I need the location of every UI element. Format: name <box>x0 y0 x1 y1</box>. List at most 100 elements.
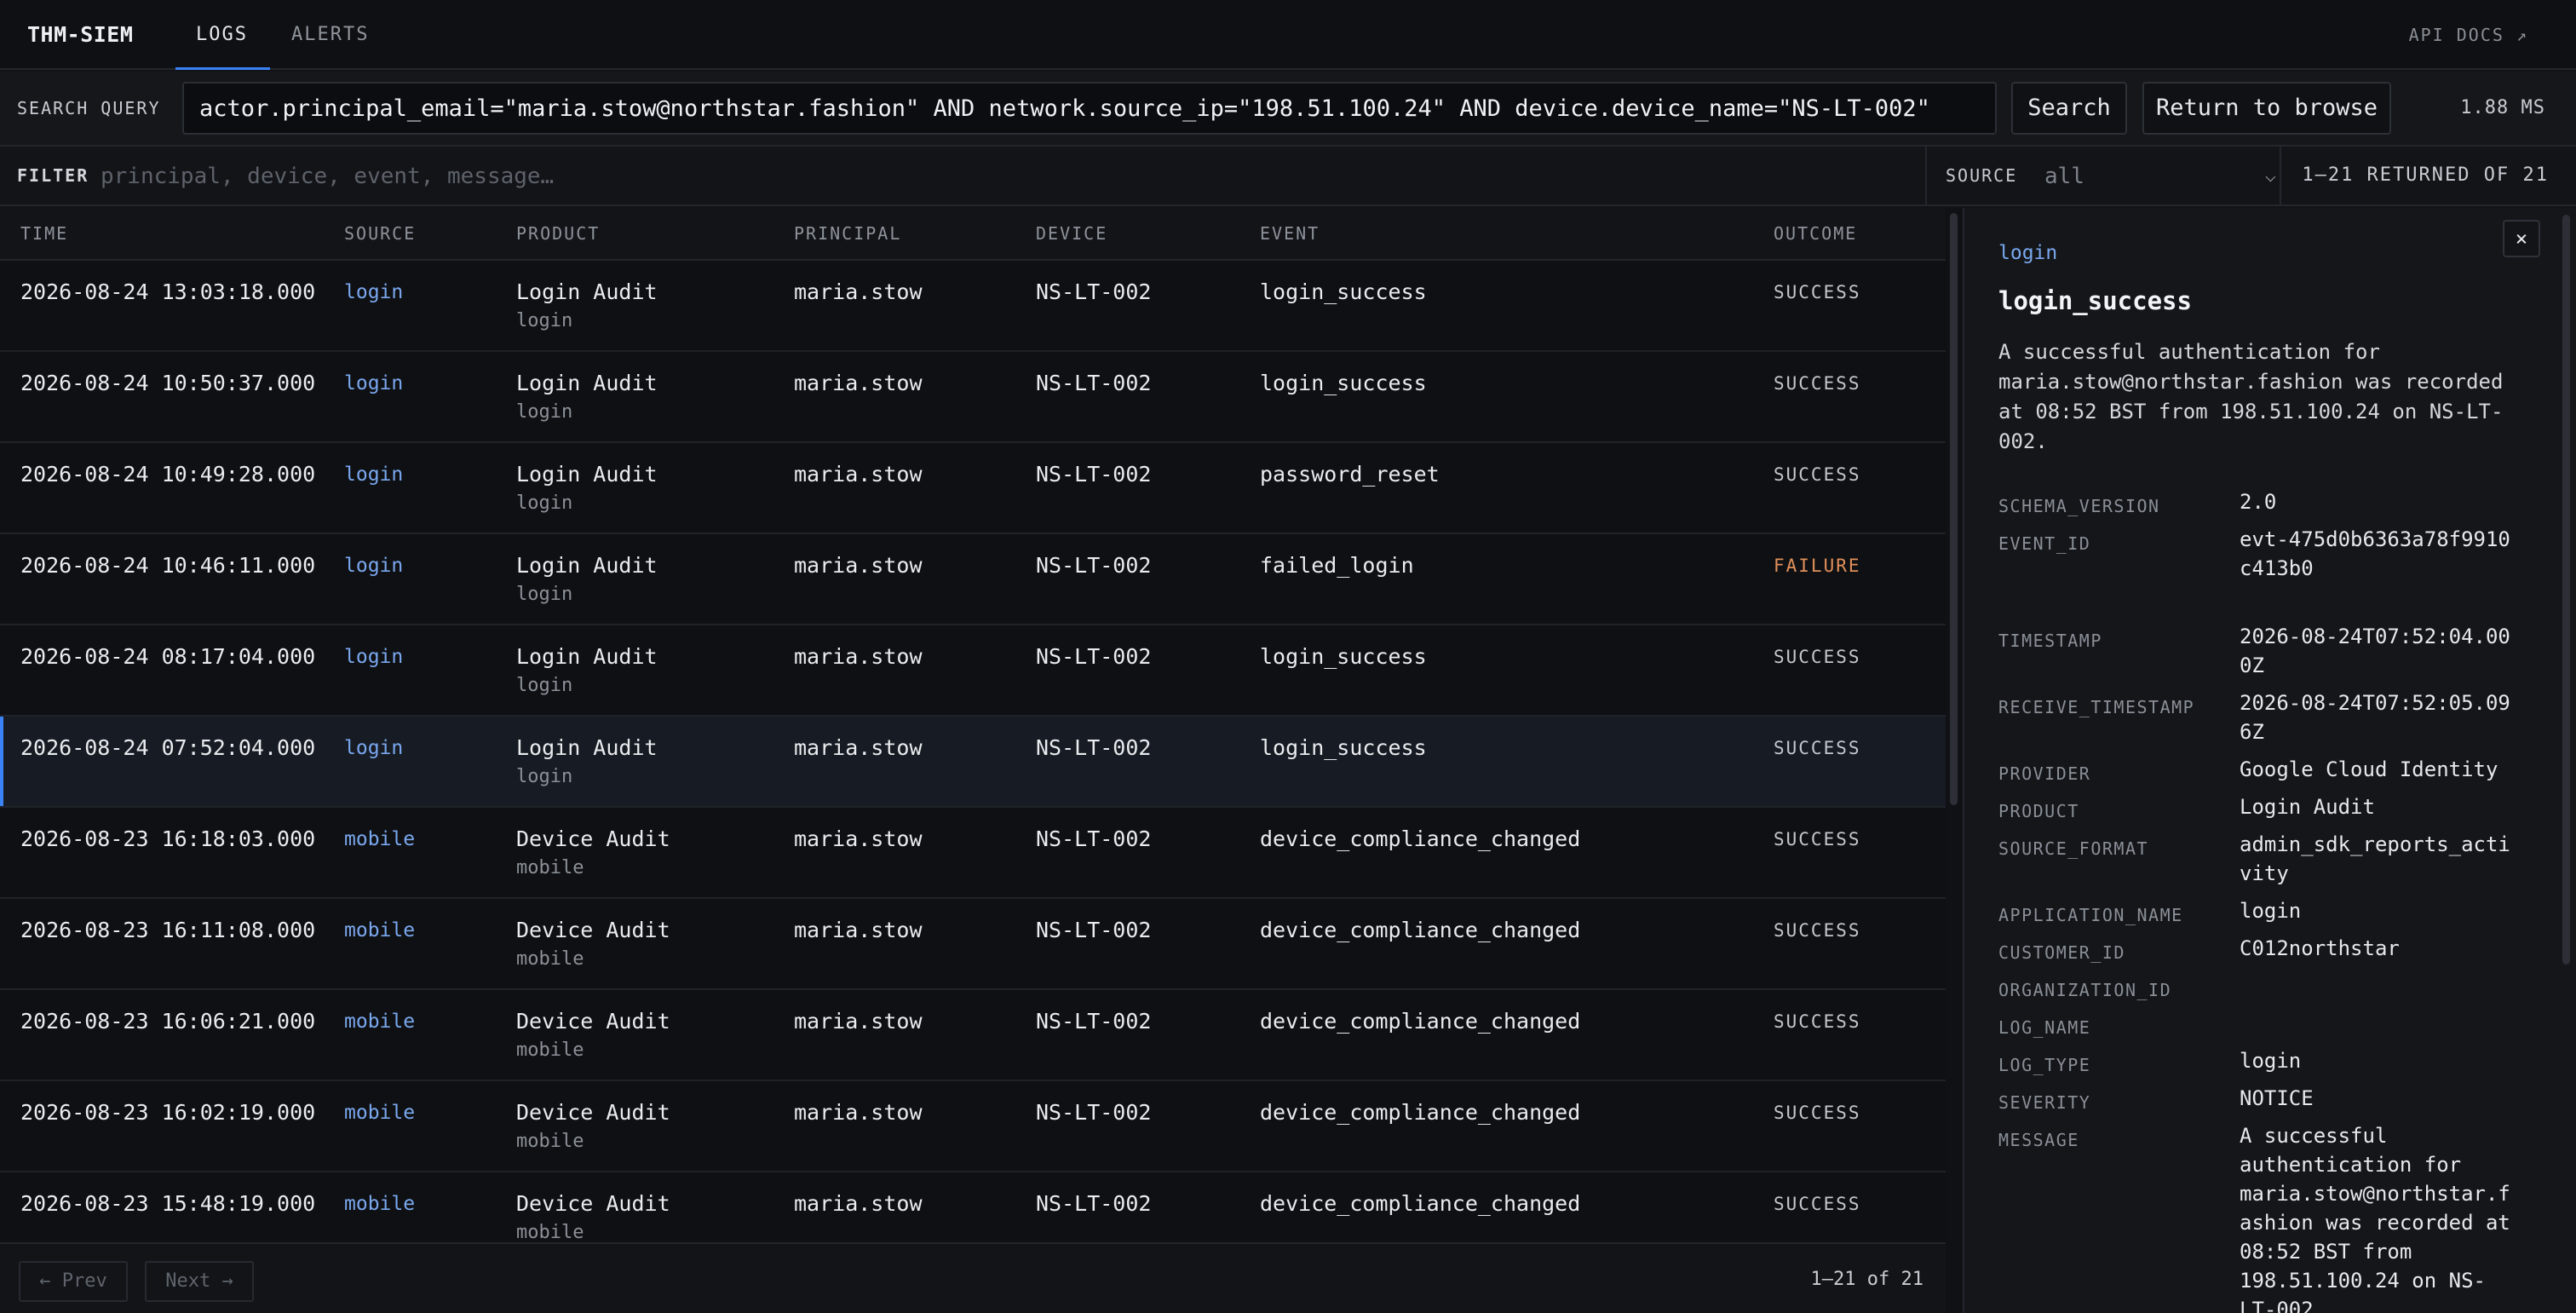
detail-field-key: LOG_NAME <box>1998 1017 2091 1038</box>
row-source-link[interactable]: login <box>344 281 403 303</box>
detail-field-key: TIMESTAMP <box>1998 631 2102 651</box>
table-row[interactable]: 2026-08-23 16:11:08.000 mobile Device Audi… <box>0 899 1946 990</box>
row-principal: maria.stow <box>794 1191 923 1216</box>
row-time: 2026-08-23 15:48:19.000 <box>20 1191 316 1216</box>
column-source[interactable]: SOURCE <box>344 208 416 259</box>
row-event: device_compliance_changed <box>1260 1191 1581 1216</box>
row-time: 2026-08-24 10:46:11.000 <box>20 553 316 578</box>
source-select[interactable]: all ⌵ <box>2044 155 2276 198</box>
row-source-link[interactable]: mobile <box>344 1193 415 1215</box>
row-source-link[interactable]: login <box>344 646 403 668</box>
table-row[interactable]: 2026-08-24 10:49:28.000 login Login Audit l… <box>0 443 1946 534</box>
row-source-link[interactable]: login <box>344 372 403 394</box>
source-select-value: all <box>2044 164 2084 189</box>
api-docs-link[interactable]: API DOCS ↗ <box>2409 0 2528 70</box>
row-event: login_success <box>1260 644 1427 669</box>
table-row[interactable]: 2026-08-23 16:18:03.000 mobile Device Audi… <box>0 808 1946 899</box>
table-row[interactable]: 2026-08-24 13:03:18.000 login Login Audit l… <box>0 261 1946 352</box>
detail-field-key: SEVERITY <box>1998 1092 2091 1113</box>
row-event: device_compliance_changed <box>1260 1009 1581 1034</box>
row-event: login_success <box>1260 279 1427 304</box>
row-outcome: SUCCESS <box>1774 829 1861 849</box>
table-row[interactable]: 2026-08-23 15:48:19.000 mobile Device Audi… <box>0 1172 1946 1242</box>
row-device: NS-LT-002 <box>1036 735 1152 760</box>
return-to-browse-button[interactable]: Return to browse <box>2142 82 2391 135</box>
row-source-link[interactable]: mobile <box>344 1102 415 1124</box>
table-row[interactable]: 2026-08-24 08:17:04.000 login Login Audit l… <box>0 625 1946 717</box>
column-time[interactable]: TIME <box>20 208 68 259</box>
row-event: device_compliance_changed <box>1260 826 1581 851</box>
filter-bar: FILTER SOURCE all ⌵ 1–21 RETURNED OF 21 <box>0 147 2576 206</box>
row-outcome: SUCCESS <box>1774 464 1861 485</box>
row-product: Login Audit <box>516 553 658 578</box>
search-query-input[interactable] <box>182 82 1997 135</box>
row-principal: maria.stow <box>794 553 923 578</box>
column-principal[interactable]: PRINCIPAL <box>794 208 901 259</box>
filter-input[interactable] <box>101 155 1898 198</box>
row-source-link[interactable]: mobile <box>344 919 415 942</box>
table-row[interactable]: 2026-08-24 10:46:11.000 login Login Audit l… <box>0 534 1946 625</box>
detail-source-link[interactable]: login <box>1998 242 2057 264</box>
row-principal: maria.stow <box>794 644 923 669</box>
brand-logo[interactable]: THM-SIEM <box>27 0 133 70</box>
row-product: Login Audit <box>516 644 658 669</box>
table-row[interactable]: 2026-08-24 07:52:04.000 login Login Audit l… <box>0 717 1946 808</box>
detail-scrollbar-thumb[interactable] <box>2562 215 2570 965</box>
row-outcome: SUCCESS <box>1774 282 1861 302</box>
row-product-sub: login <box>516 310 573 331</box>
filter-divider <box>2280 147 2281 204</box>
table-row[interactable]: 2026-08-23 16:06:21.000 mobile Device Audi… <box>0 990 1946 1081</box>
row-outcome: SUCCESS <box>1774 920 1861 941</box>
row-principal: maria.stow <box>794 735 923 760</box>
row-source-link[interactable]: login <box>344 464 403 486</box>
results-count: 1–21 RETURNED OF 21 <box>2302 164 2549 186</box>
table-scrollbar-thumb[interactable] <box>1950 213 1958 805</box>
selected-row-indicator <box>0 717 3 806</box>
column-outcome[interactable]: OUTCOME <box>1774 208 1857 259</box>
column-product[interactable]: PRODUCT <box>516 208 600 259</box>
close-icon[interactable]: × <box>2503 220 2540 257</box>
row-device: NS-LT-002 <box>1036 918 1152 942</box>
column-event[interactable]: EVENT <box>1260 208 1320 259</box>
column-device[interactable]: DEVICE <box>1036 208 1107 259</box>
row-product-sub: login <box>516 401 573 423</box>
row-source-link[interactable]: login <box>344 555 403 577</box>
row-time: 2026-08-23 16:18:03.000 <box>20 826 316 851</box>
row-event: device_compliance_changed <box>1260 1100 1581 1125</box>
next-page-button[interactable]: Next → <box>145 1261 254 1302</box>
table-header: TIME SOURCE PRODUCT PRINCIPAL DEVICE EVE… <box>0 208 1946 261</box>
row-outcome: SUCCESS <box>1774 738 1861 758</box>
row-time: 2026-08-23 16:11:08.000 <box>20 918 316 942</box>
row-product-sub: mobile <box>516 948 584 970</box>
search-bar: SEARCH QUERY Search Return to browse 1.8… <box>0 72 2576 147</box>
row-device: NS-LT-002 <box>1036 1009 1152 1034</box>
detail-field-value: 2026-08-24T07:52:05.096Z <box>2240 691 2510 744</box>
detail-field-key: MESSAGE <box>1998 1130 2079 1150</box>
prev-page-button[interactable]: ← Prev <box>19 1261 128 1302</box>
row-time: 2026-08-24 07:52:04.000 <box>20 735 316 760</box>
row-product-sub: mobile <box>516 857 584 878</box>
search-button[interactable]: Search <box>2011 82 2127 135</box>
detail-field-value: Login Audit <box>2240 795 2375 819</box>
row-device: NS-LT-002 <box>1036 279 1152 304</box>
row-device: NS-LT-002 <box>1036 553 1152 578</box>
row-source-link[interactable]: login <box>344 737 403 759</box>
row-event: failed_login <box>1260 553 1414 578</box>
row-outcome: SUCCESS <box>1774 373 1861 394</box>
row-outcome: SUCCESS <box>1774 1194 1861 1214</box>
detail-field-key: PRODUCT <box>1998 801 2079 821</box>
row-source-link[interactable]: mobile <box>344 1011 415 1033</box>
filter-label: FILTER <box>17 165 89 186</box>
detail-title: login_success <box>1998 286 2192 315</box>
row-time: 2026-08-24 10:49:28.000 <box>20 462 316 487</box>
detail-field-value: admin_sdk_reports_activity <box>2240 832 2510 885</box>
row-principal: maria.stow <box>794 1009 923 1034</box>
detail-field-key: RECEIVE_TIMESTAMP <box>1998 697 2195 717</box>
tab-alerts[interactable]: ALERTS <box>291 0 369 70</box>
table-row[interactable]: 2026-08-23 16:02:19.000 mobile Device Audi… <box>0 1081 1946 1172</box>
detail-field-key: CUSTOMER_ID <box>1998 942 2125 963</box>
row-source-link[interactable]: mobile <box>344 828 415 850</box>
tab-logs[interactable]: LOGS <box>175 0 270 70</box>
table-row[interactable]: 2026-08-24 10:50:37.000 login Login Audit l… <box>0 352 1946 443</box>
row-product: Device Audit <box>516 918 670 942</box>
